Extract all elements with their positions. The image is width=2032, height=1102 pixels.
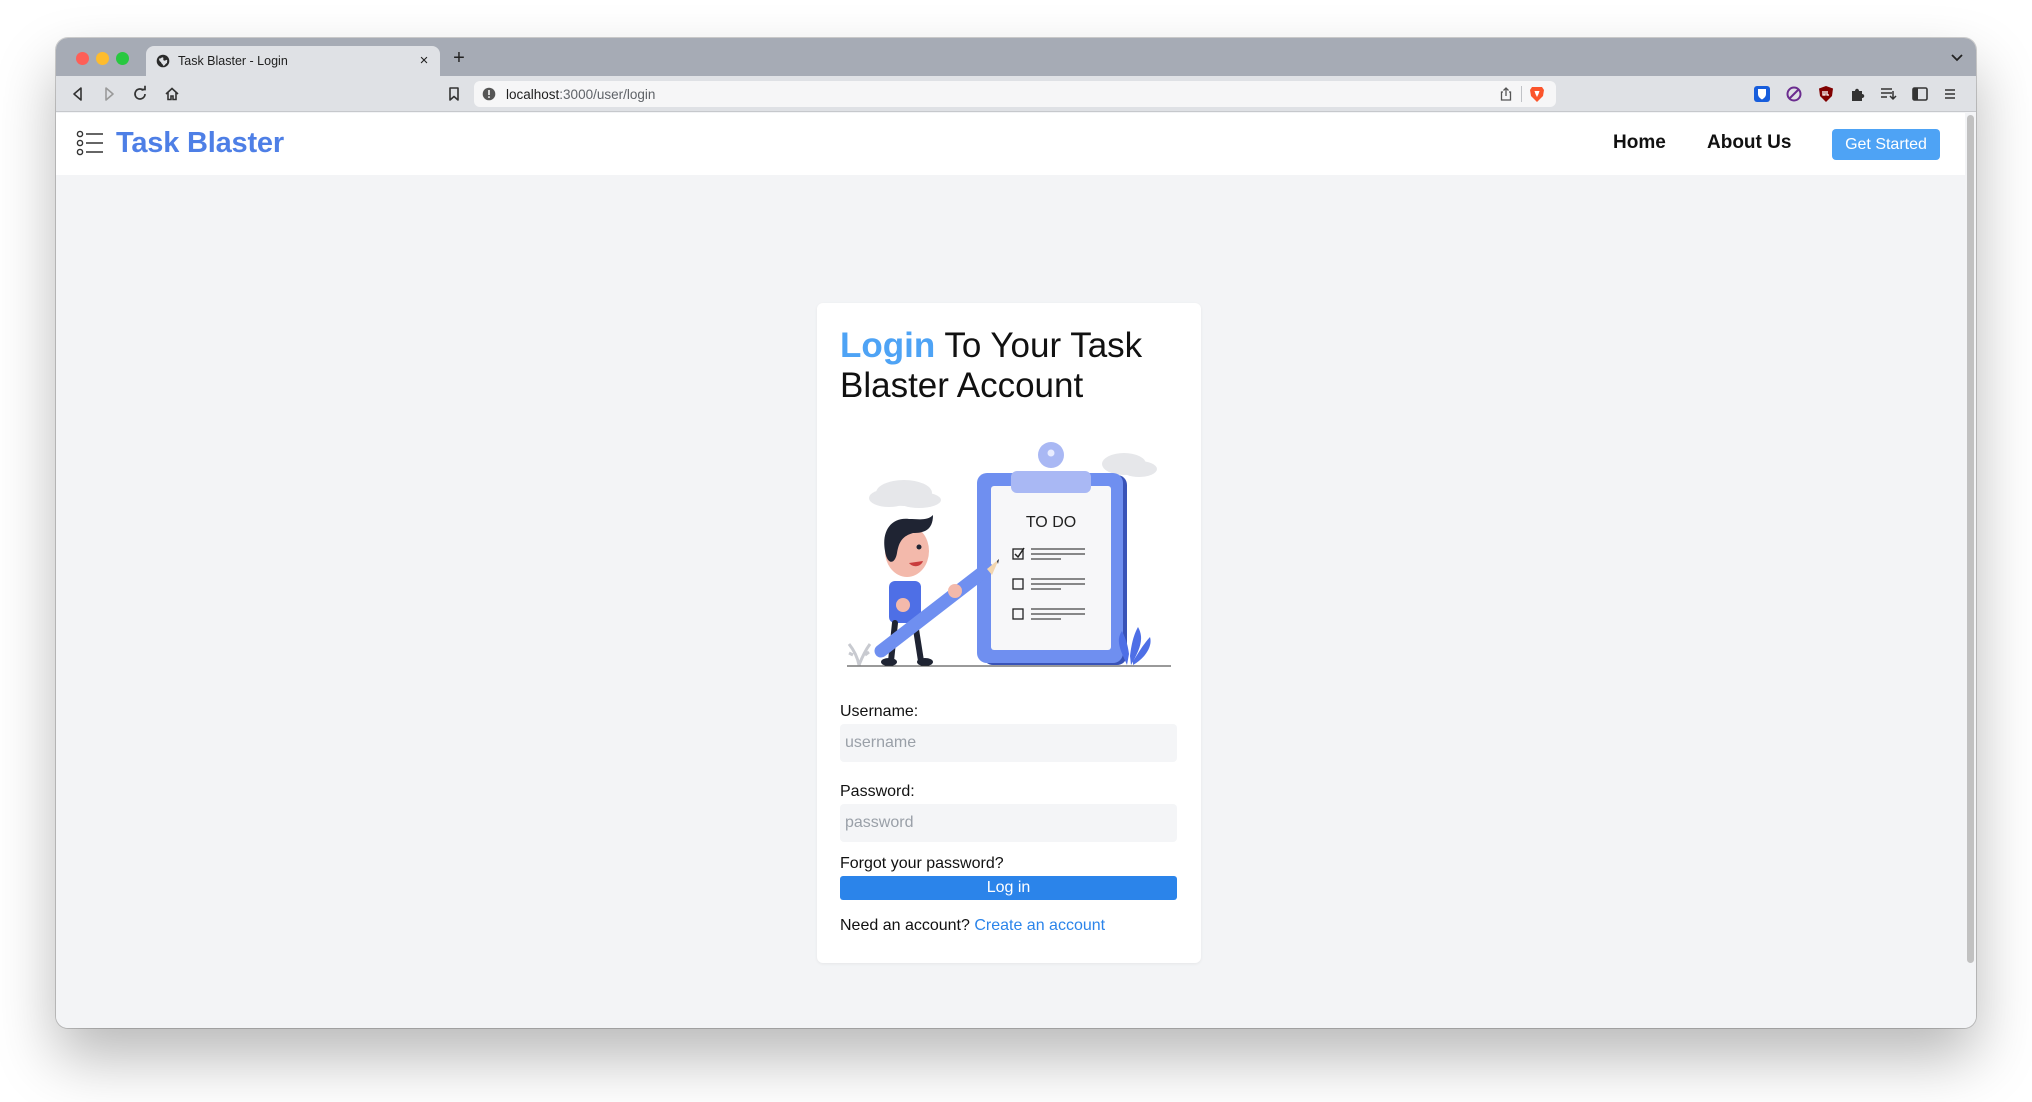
login-button[interactable]: Log in [840, 876, 1177, 900]
forward-icon[interactable] [99, 84, 119, 104]
brave-shields-icon[interactable] [1528, 85, 1546, 103]
home-icon[interactable] [162, 84, 182, 104]
close-window-button[interactable] [76, 52, 89, 65]
url-text: localhost:3000/user/login [506, 87, 655, 102]
password-input[interactable] [840, 804, 1177, 842]
forgot-password-link[interactable]: Forgot your password? [840, 855, 1004, 873]
address-bar-divider [1521, 86, 1522, 102]
browser-tab[interactable]: Task Blaster - Login × [146, 46, 440, 76]
list-menu-icon[interactable] [76, 129, 104, 157]
close-tab-icon[interactable]: × [414, 51, 434, 71]
sidebar-toggle-icon[interactable] [1911, 85, 1929, 103]
share-icon[interactable] [1498, 86, 1514, 102]
signup-prompt-text: Need an account? [840, 917, 970, 934]
bitwarden-extension-icon[interactable] [1753, 85, 1771, 103]
new-tab-button[interactable]: + [448, 47, 470, 69]
chevron-down-icon[interactable] [1948, 48, 1966, 66]
illustration-todo-text: TO DO [1026, 514, 1076, 531]
browser-menu-icon[interactable] [1941, 85, 1959, 103]
title-accent: Login [840, 326, 936, 365]
nav-link-about-us[interactable]: About Us [1707, 132, 1791, 154]
page-viewport: Task Blaster Home About Us Get Started L… [56, 113, 1965, 1028]
page-title: Login To Your Task Blaster Account [840, 326, 1170, 406]
back-icon[interactable] [68, 84, 88, 104]
url-path: :3000/user/login [559, 87, 656, 102]
username-label: Username: [840, 703, 919, 720]
reload-icon[interactable] [130, 84, 150, 104]
brand-logo-text[interactable]: Task Blaster [116, 127, 284, 160]
address-bar[interactable]: localhost:3000/user/login [474, 81, 1556, 107]
ublock-extension-icon[interactable] [1817, 85, 1835, 103]
extensions-puzzle-icon[interactable] [1849, 85, 1867, 103]
browser-window: Task Blaster - Login × + localhost:3000/… [56, 38, 1976, 1028]
site-info-icon[interactable] [482, 87, 496, 101]
nav-link-home[interactable]: Home [1613, 132, 1666, 154]
maximize-window-button[interactable] [116, 52, 129, 65]
url-host: localhost [506, 87, 560, 102]
globe-icon [156, 54, 170, 68]
scrollbar-thumb[interactable] [1967, 115, 1974, 963]
login-card: Login To Your Task Blaster Account TO DO [817, 303, 1201, 963]
minimize-window-button[interactable] [96, 52, 109, 65]
create-account-link[interactable]: Create an account [974, 917, 1105, 934]
vertical-scrollbar[interactable] [1965, 113, 1976, 1028]
privacy-extension-icon[interactable] [1785, 85, 1803, 103]
browser-toolbar: localhost:3000/user/login [56, 76, 1976, 112]
bookmark-icon[interactable] [444, 84, 464, 104]
tab-strip: Task Blaster - Login × + [56, 38, 1976, 76]
password-label: Password: [840, 783, 915, 800]
signup-prompt: Need an account? Create an account [840, 917, 1105, 935]
get-started-button[interactable]: Get Started [1832, 129, 1940, 160]
reading-list-icon[interactable] [1879, 85, 1897, 103]
site-navbar: Task Blaster Home About Us Get Started [56, 113, 1965, 175]
username-input[interactable] [840, 724, 1177, 762]
todo-illustration: TO DO [847, 442, 1171, 667]
tab-title: Task Blaster - Login [178, 54, 288, 68]
